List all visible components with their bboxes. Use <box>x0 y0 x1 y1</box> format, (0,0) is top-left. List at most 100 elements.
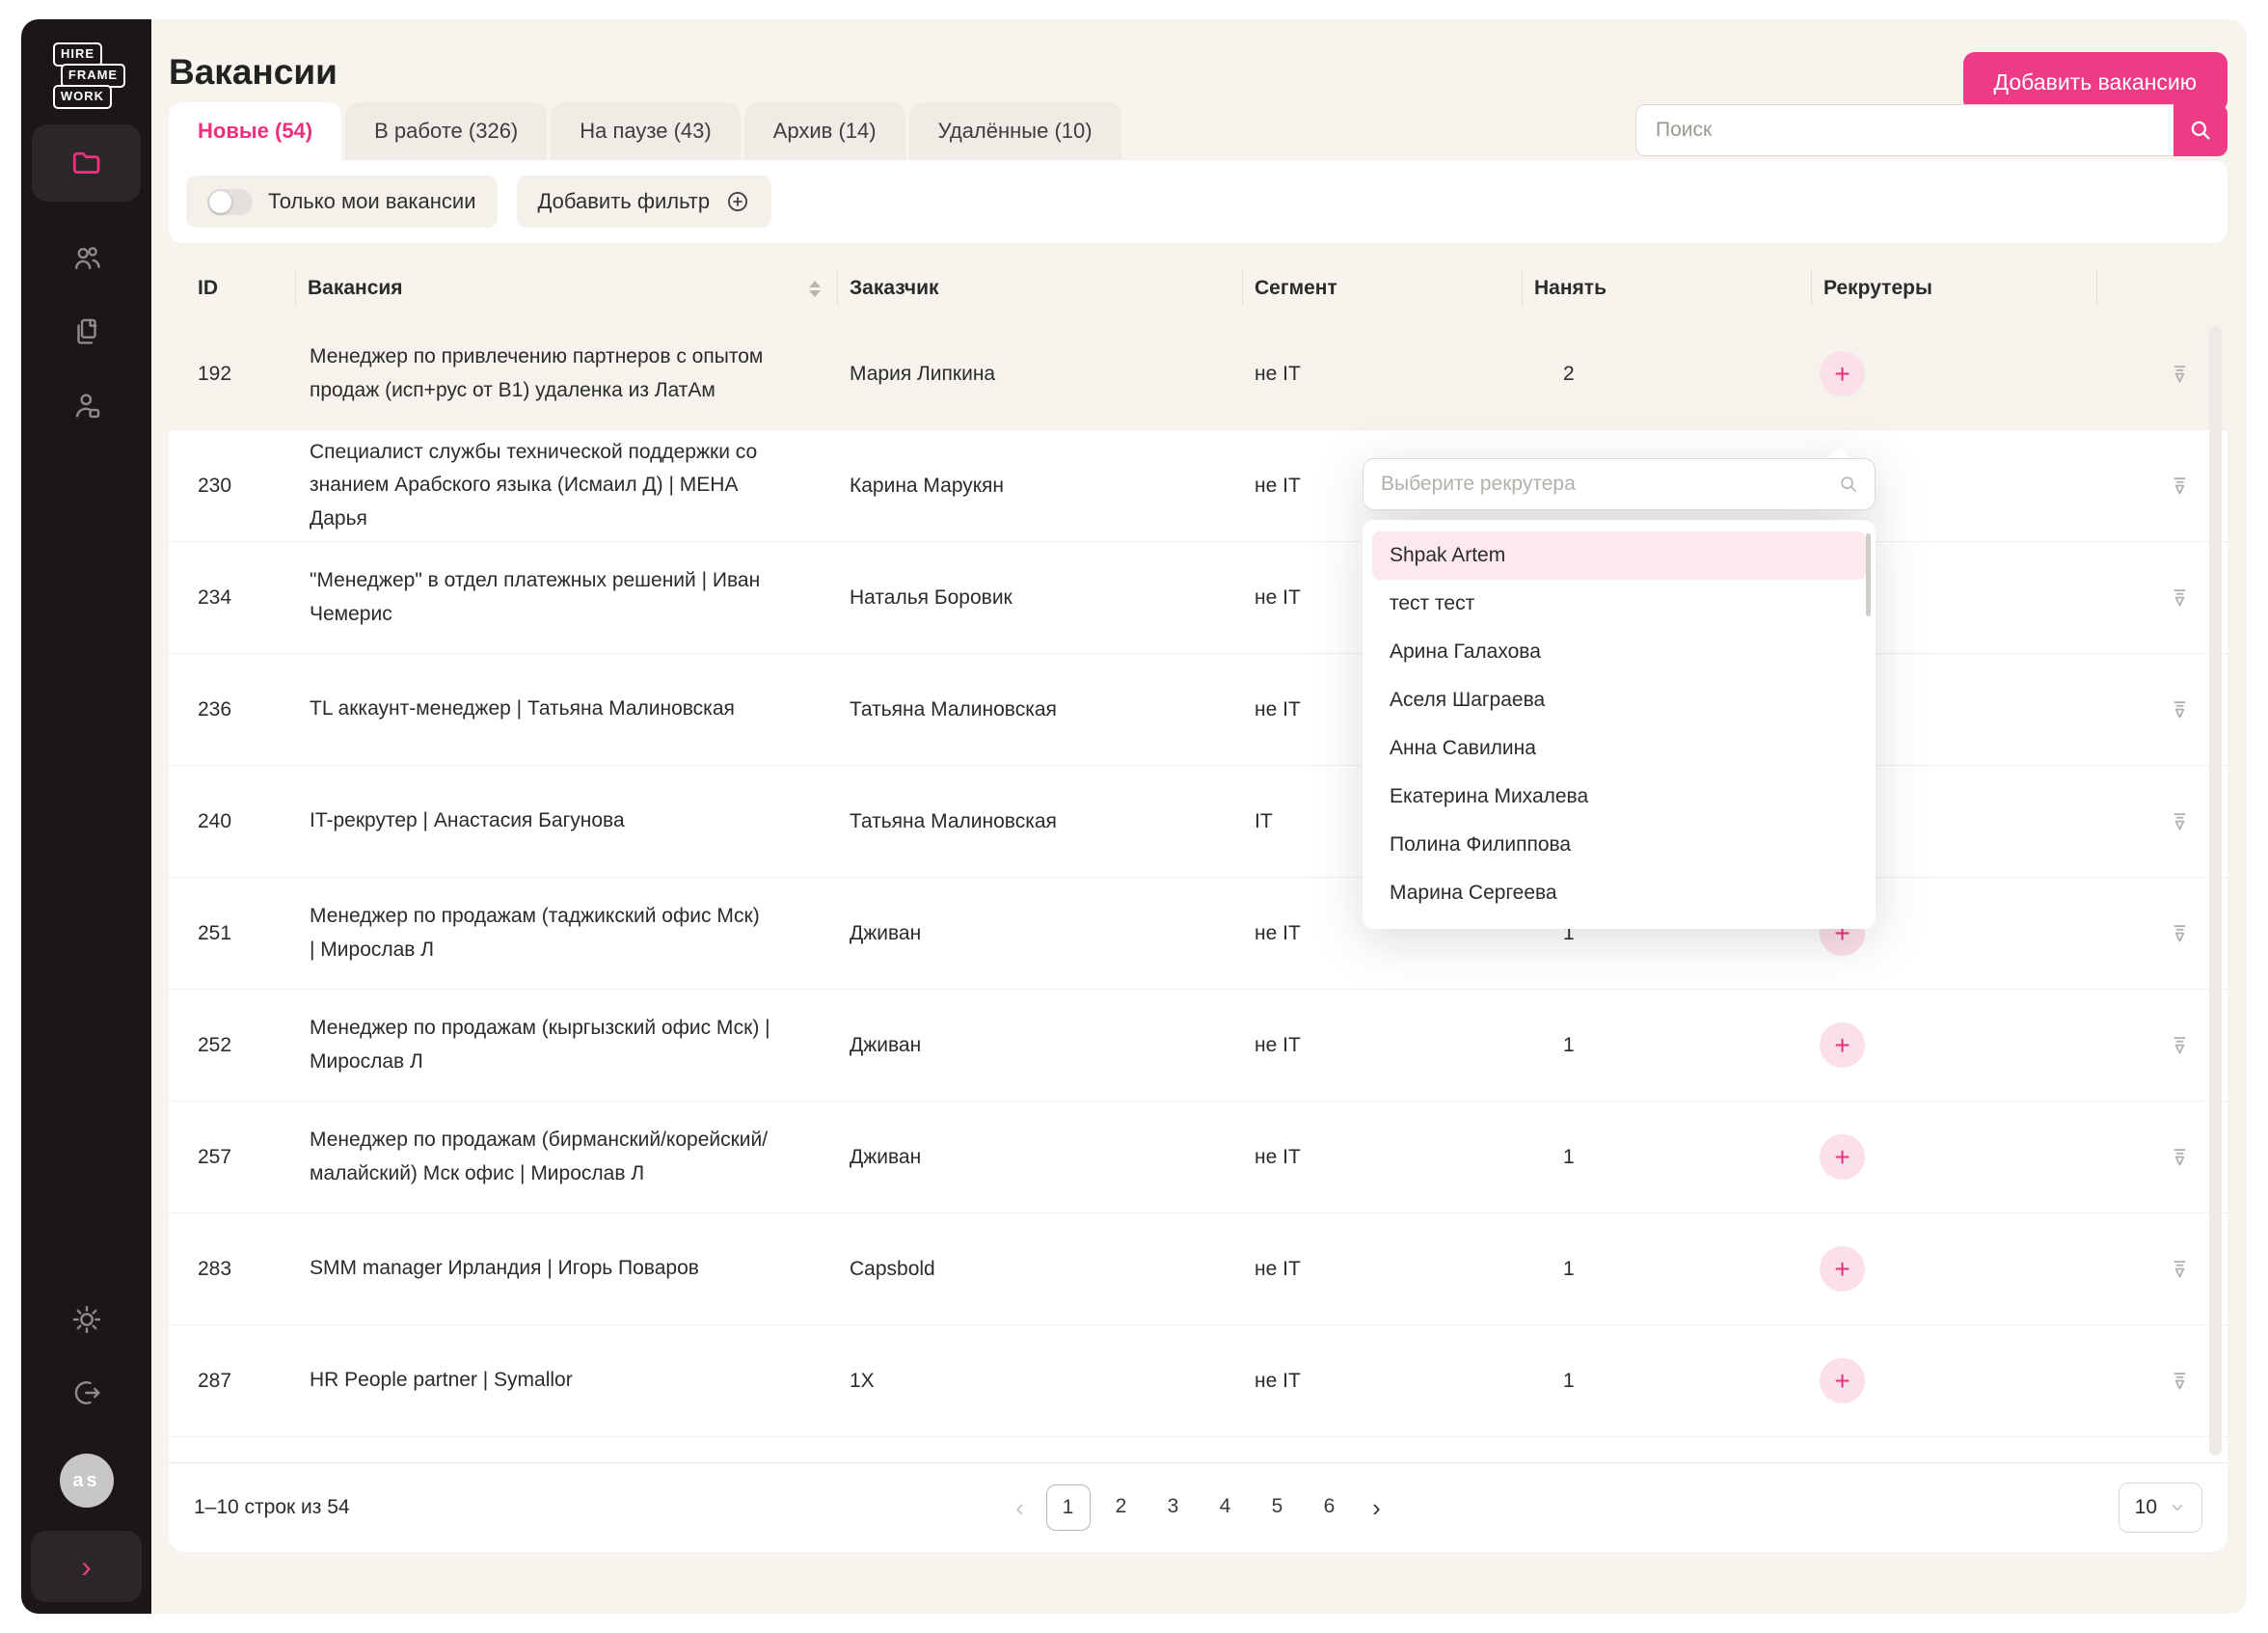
table-blank-strip <box>169 1437 2228 1462</box>
add-recruiter-button[interactable]: + <box>1820 351 1865 396</box>
row-actions <box>2097 1256 2228 1282</box>
recruiter-name: Аселя Шаграева <box>1390 689 1545 712</box>
plus-icon: + <box>1834 1368 1850 1395</box>
tab[interactable]: Новые (54) <box>169 102 341 160</box>
recruiter-option[interactable]: Аселя Шаграева <box>1372 676 1866 724</box>
tab[interactable]: Удалённые (10) <box>909 102 1121 160</box>
row-recruiters: + <box>1812 1358 2097 1403</box>
sort-icon[interactable] <box>809 281 821 297</box>
funnel-icon[interactable] <box>2167 808 2193 834</box>
next-page-icon[interactable]: › <box>1361 1493 1393 1523</box>
sidebar-item-users[interactable] <box>70 389 103 422</box>
row-vacancy-title: Менеджер по продажам (бирманский/корейск… <box>296 1124 838 1189</box>
funnel-icon[interactable] <box>2167 1256 2193 1282</box>
row-vacancy-title: Менеджер по продажам (таджикский офис Мс… <box>296 900 838 966</box>
plus-icon: + <box>1834 1144 1850 1171</box>
row-recruiters: + <box>1812 1022 2097 1068</box>
page-number-button[interactable]: 1 <box>1046 1484 1091 1531</box>
search-button[interactable] <box>2174 104 2228 156</box>
recruiter-option[interactable]: Екатерина Михалева <box>1372 773 1866 821</box>
table-row[interactable]: 257 Менеджер по продажам (бирманский/кор… <box>169 1102 2228 1213</box>
row-vacancy-title: Менеджер по продажам (кыргызский офис Мс… <box>296 1012 838 1077</box>
funnel-icon[interactable] <box>2167 1368 2193 1394</box>
row-actions <box>2097 920 2228 946</box>
table-row[interactable]: 236 TL аккаунт-менеджер | Татьяна Малино… <box>169 654 2228 766</box>
page-size-select[interactable]: 10 <box>2119 1483 2202 1533</box>
recruiter-name: Екатерина Михалева <box>1390 785 1588 808</box>
tab-label: На паузе (43) <box>580 119 711 144</box>
row-id: 251 <box>169 922 296 945</box>
table-row[interactable]: 251 Менеджер по продажам (таджикский офи… <box>169 878 2228 990</box>
table-row[interactable]: 234 "Менеджер" в отдел платежных решений… <box>169 542 2228 654</box>
tab[interactable]: Архив (14) <box>744 102 905 160</box>
my-vacancies-toggle[interactable]: Только мои вакансии <box>186 176 498 228</box>
row-id: 230 <box>169 475 296 498</box>
row-actions <box>2097 473 2228 499</box>
row-id: 283 <box>169 1258 296 1281</box>
people-icon <box>70 242 103 275</box>
avatar[interactable]: as <box>60 1454 114 1508</box>
app-window: HIRE FRAME WORK <box>21 19 2247 1614</box>
row-customer: Наталья Боровик <box>838 586 1243 610</box>
recruiter-option[interactable]: Арина Галахова <box>1372 628 1866 676</box>
page-number-button[interactable]: 2 <box>1100 1484 1143 1529</box>
tab[interactable]: На паузе (43) <box>551 102 740 160</box>
funnel-icon[interactable] <box>2167 473 2193 499</box>
page-number-button[interactable]: 5 <box>1256 1484 1299 1529</box>
search-icon <box>2188 118 2213 143</box>
vacancies-table: 192 Менеджер по привлечению партнеров с … <box>169 318 2228 1552</box>
funnel-icon[interactable] <box>2167 361 2193 387</box>
dropdown-scrollbar[interactable] <box>1866 533 1871 616</box>
add-recruiter-button[interactable]: + <box>1820 1022 1865 1068</box>
funnel-icon[interactable] <box>2167 920 2193 946</box>
row-segment: не IT <box>1243 1034 1523 1057</box>
page-number-button[interactable]: 6 <box>1309 1484 1351 1529</box>
row-id: 257 <box>169 1146 296 1169</box>
table-scrollbar[interactable] <box>2209 326 2222 1456</box>
toggle-switch[interactable] <box>207 189 253 215</box>
table-row[interactable]: 240 IT-рекрутер | Анастасия Багунова Тат… <box>169 766 2228 878</box>
add-recruiter-button[interactable]: + <box>1820 1134 1865 1180</box>
tabs: Новые (54)В работе (326) На паузе (43) Арх… <box>169 102 2228 160</box>
table-row[interactable]: 287 HR People partner | Symallor 1X не I… <box>169 1325 2228 1437</box>
table-row[interactable]: 283 SMM manager Ирландия | Игорь Поваров… <box>169 1213 2228 1325</box>
recruiter-search-input[interactable] <box>1379 472 1838 497</box>
table-row[interactable]: 252 Менеджер по продажам (кыргызский офи… <box>169 990 2228 1102</box>
recruiter-option[interactable]: тест тест <box>1372 580 1866 628</box>
column-header-customer: Заказчик <box>838 259 1243 318</box>
recruiter-option[interactable]: Полина Филиппова <box>1372 821 1866 869</box>
table-row[interactable]: 192 Менеджер по привлечению партнеров с … <box>169 318 2228 430</box>
tab[interactable]: В работе (326) <box>345 102 547 160</box>
prev-page-icon[interactable]: ‹ <box>1004 1493 1037 1523</box>
add-recruiter-button[interactable]: + <box>1820 1246 1865 1292</box>
chevron-down-icon <box>2169 1499 2186 1516</box>
recruiter-option[interactable]: Shpak Artem <box>1372 531 1866 580</box>
recruiter-option[interactable]: Марина Сергеева <box>1372 869 1866 917</box>
search-input[interactable] <box>1635 104 2174 156</box>
folder-icon <box>69 146 104 180</box>
funnel-icon[interactable] <box>2167 1144 2193 1170</box>
row-id: 287 <box>169 1370 296 1393</box>
toggle-knob <box>209 191 231 213</box>
column-header-vacancy: Вакансия <box>296 259 838 318</box>
add-filter-button[interactable]: Добавить фильтр <box>517 176 772 228</box>
sidebar-item-settings[interactable] <box>70 1303 103 1336</box>
sidebar-expand-button[interactable]: › <box>31 1531 142 1602</box>
sidebar-item-vacancies[interactable] <box>32 124 141 202</box>
funnel-icon[interactable] <box>2167 696 2193 722</box>
sidebar-item-candidates[interactable] <box>70 242 103 275</box>
table-row[interactable]: 230 Специалист службы технической поддер… <box>169 430 2228 542</box>
funnel-icon[interactable] <box>2167 1032 2193 1058</box>
recruiter-name: Shpak Artem <box>1390 544 1505 567</box>
recruiter-option[interactable]: Анна Савилина <box>1372 724 1866 773</box>
recruiter-name: Арина Галахова <box>1390 640 1541 664</box>
funnel-icon[interactable] <box>2167 585 2193 611</box>
add-recruiter-button[interactable]: + <box>1820 1358 1865 1403</box>
row-customer: Capsbold <box>838 1258 1243 1281</box>
page-number-button[interactable]: 4 <box>1204 1484 1247 1529</box>
sidebar-item-logout[interactable] <box>70 1376 103 1409</box>
recruiter-search <box>1363 458 1876 510</box>
sidebar-item-documents[interactable] <box>70 315 103 348</box>
column-header-actions <box>2097 259 2228 318</box>
page-number-button[interactable]: 3 <box>1152 1484 1195 1529</box>
